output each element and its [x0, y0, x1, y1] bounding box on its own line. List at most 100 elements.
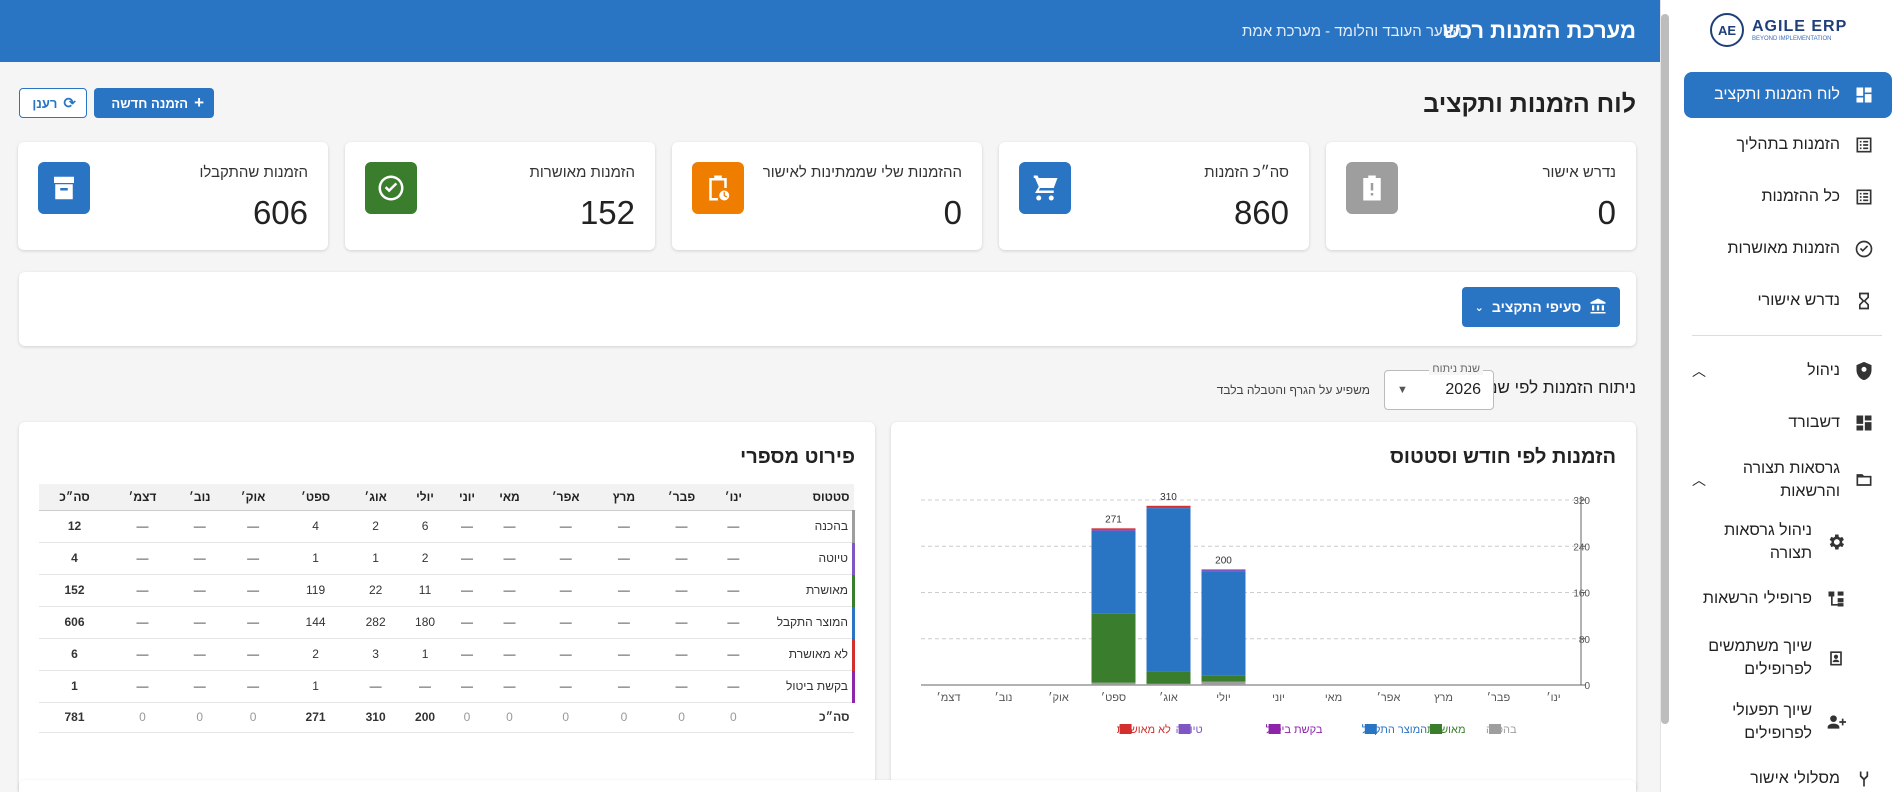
row-total-cell: 4 [39, 542, 111, 575]
x-tick-label: דצמ׳ [937, 691, 961, 704]
month-cell: — [598, 510, 650, 543]
archive-icon [38, 162, 90, 214]
x-tick-label: נוב׳ [995, 691, 1013, 704]
sidebar-divider [1692, 335, 1882, 336]
check-circle-icon [365, 162, 417, 214]
tree-icon [1824, 587, 1848, 611]
sidebar-item-12[interactable]: מסלולי אישור [1680, 756, 1892, 792]
total-month-cell: 0 [110, 701, 175, 733]
table-header-cell: ינו׳ [713, 484, 754, 511]
stat-card[interactable]: הזמנות מאושרות 152 [345, 142, 655, 250]
year-select-legend: שנת ניתוח [1429, 363, 1483, 375]
chevron-up-icon[interactable]: ︿ [1692, 470, 1706, 490]
bar-segment [1201, 681, 1246, 685]
stat-card-value: 860 [1233, 194, 1289, 231]
month-cell: 2 [349, 510, 402, 543]
budget-items-toggle[interactable]: סעיפי התקציב ⌄ [1462, 287, 1620, 327]
total-month-cell: 0 [598, 701, 650, 733]
table-header-cell: אוג׳ [349, 484, 402, 511]
x-tick-label: מאי [1325, 692, 1342, 704]
month-cell: — [649, 606, 714, 639]
table-row: המוצר התקבל — — — — — —180 282 144— — —606 [39, 606, 855, 639]
row-total-cell: 606 [39, 606, 111, 639]
status-cell: בקשת ביטול [753, 670, 855, 703]
month-cell: 11 [401, 574, 449, 607]
clipboard-clock-icon [692, 162, 744, 214]
month-cell: 4 [281, 510, 350, 543]
sidebar-item-11[interactable]: שיוך תפעולי לפרופילים [1680, 692, 1892, 752]
legend-label: בקשת ביטול [1266, 723, 1323, 736]
legend-label: מאושרת [1427, 724, 1466, 736]
refresh-label: רענן [32, 95, 58, 111]
month-cell: 1 [281, 542, 350, 575]
stat-card[interactable]: נדרש אישור 0 [1326, 142, 1636, 250]
analysis-year-select[interactable]: שנת ניתוח 2026 ▼ [1384, 363, 1494, 410]
stat-card-value: 0 [1597, 194, 1616, 231]
bar-segment [1091, 613, 1136, 683]
month-cell: — [349, 670, 402, 703]
sidebar-item-label: דשבורד [1788, 414, 1840, 432]
sidebar-item-label: ניהול גרסאות תצורה [1724, 521, 1812, 562]
sidebar-item-7[interactable]: גרסאות תצורה והרשאות ︿ [1680, 450, 1892, 510]
total-label-cell: סה״כ [753, 701, 854, 733]
year-select-note: משפיע על הגרף והטבלה בלבד [1216, 383, 1370, 397]
stat-card-label: הזמנות מאושרות [529, 164, 635, 181]
x-tick-label: ספט׳ [1101, 691, 1126, 704]
chevron-up-icon[interactable]: ︿ [1692, 361, 1706, 381]
total-month-cell: 0 [485, 701, 534, 733]
sidebar-scrollbar[interactable] [1661, 14, 1669, 724]
bar-segment [1091, 530, 1136, 614]
sidebar-item-0[interactable]: לוח הזמנות ותקציב [1684, 72, 1892, 118]
logo-mark: AE [1710, 13, 1744, 47]
sidebar-item-label: הזמנות מאושרות [1727, 240, 1841, 258]
legend-label: בהכנה [1486, 724, 1517, 736]
new-order-button[interactable]: + הזמנה חדשה [94, 88, 214, 118]
total-month-cell: 271 [281, 701, 350, 733]
new-order-label: הזמנה חדשה [111, 95, 189, 111]
x-tick-label: מרץ [1434, 692, 1453, 704]
stat-card[interactable]: ההזמנות שלי שממתינות לאישור 0 [672, 142, 982, 250]
hourglass-icon [1852, 289, 1876, 313]
status-cell: טיוטה [753, 542, 855, 575]
sidebar-item-label: גרסאות תצורה והרשאות [1742, 459, 1840, 500]
sidebar-item-5[interactable]: ניהול ︿ [1680, 348, 1892, 394]
main-content: לוח הזמנות ותקציב + הזמנה חדשה ⟳ רענן נד… [0, 62, 1660, 792]
stat-card[interactable]: הזמנות שהתקבלו 606 [18, 142, 328, 250]
dashboard-icon [1852, 411, 1876, 435]
table-header-cell: דצמ׳ [110, 484, 175, 511]
sidebar-item-2[interactable]: כל ההזמנות [1680, 174, 1892, 220]
stat-card[interactable]: סה״כ הזמנות 860 [999, 142, 1309, 250]
orders-by-month-chart: 080160240320ינו׳פבר׳מרץאפר׳מאייונייולי20… [921, 492, 1590, 736]
sidebar-item-8[interactable]: ניהול גרסאות תצורה [1680, 512, 1892, 572]
bar-segment [1201, 569, 1246, 570]
sidebar-item-4[interactable]: נדרש אישורי [1680, 278, 1892, 324]
bar-total-label: 271 [1105, 514, 1122, 525]
total-month-cell: 0 [448, 701, 486, 733]
bar-total-label: 310 [1160, 492, 1177, 503]
sidebar: AE AGILE ERP BEYOND IMPLEMENTATION לוח ה… [1660, 0, 1892, 792]
month-cell: — [649, 510, 714, 543]
table-row: בהכנה — — — — — —6 2 4— — —12 [39, 510, 855, 543]
month-cell: — [110, 606, 175, 639]
bar-segment [1201, 569, 1246, 572]
sidebar-item-3[interactable]: הזמנות מאושרות [1680, 226, 1892, 272]
total-month-cell: 310 [349, 701, 402, 733]
table-row: לא מאושרת — — — — — —1 3 2— — —6 [39, 638, 855, 671]
y-tick-label: 0 [1584, 681, 1590, 692]
sidebar-item-6[interactable]: דשבורד [1680, 400, 1892, 446]
month-cell: — [713, 574, 754, 607]
total-month-cell: 0 [533, 701, 599, 733]
refresh-button[interactable]: ⟳ רענן [19, 88, 87, 118]
month-cell: — [224, 606, 282, 639]
sidebar-item-label: כל ההזמנות [1761, 188, 1840, 206]
clipboard-alert-icon [1346, 162, 1398, 214]
table-row: בקשת ביטול — — — — — — — —1— — —1 [39, 670, 855, 703]
table-header-cell: אוק׳ [224, 484, 282, 511]
month-cell: — [224, 670, 282, 703]
sidebar-item-9[interactable]: פרופילי הרשאות [1680, 576, 1892, 622]
month-cell: — [224, 542, 282, 575]
sidebar-item-1[interactable]: הזמנות בתהליך [1680, 122, 1892, 168]
sidebar-item-10[interactable]: שיוך משתמשים לפרופילים [1680, 628, 1892, 688]
month-cell: — [448, 510, 486, 543]
dropdown-arrow-icon: ▼ [1397, 384, 1408, 396]
